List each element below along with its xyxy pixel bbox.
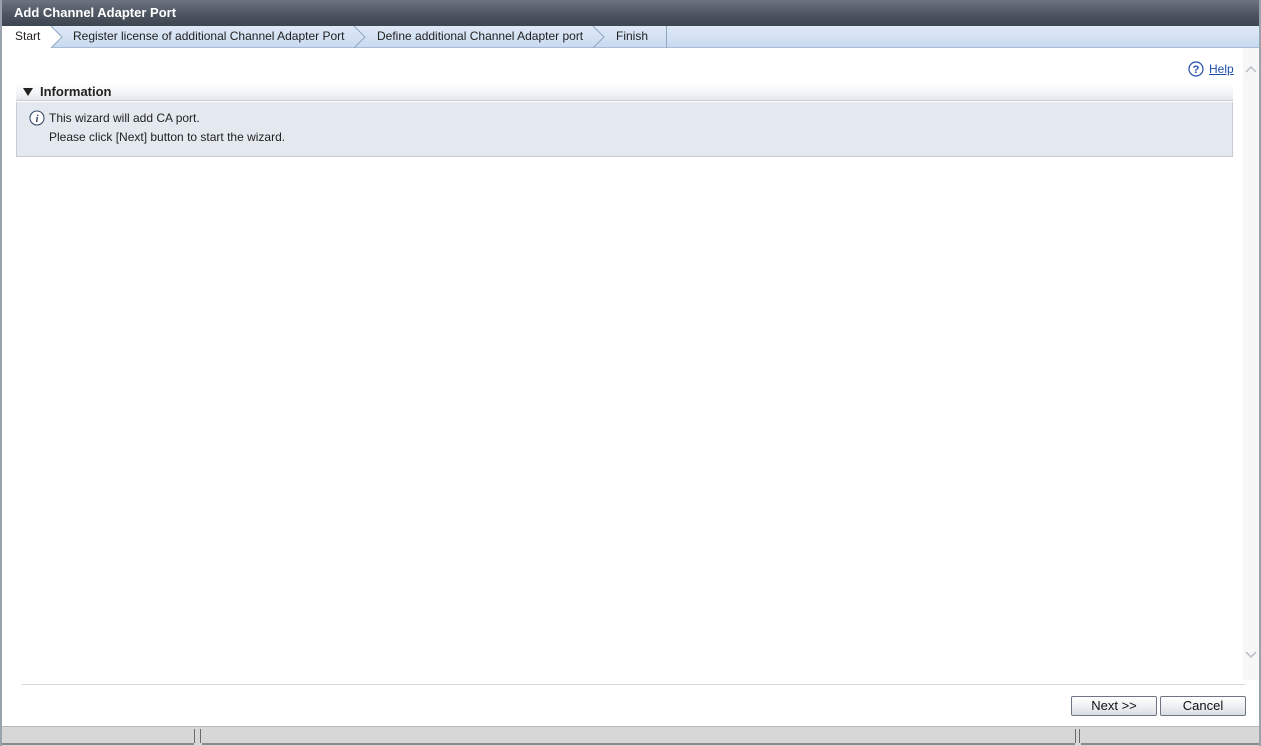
help-link[interactable]: Help xyxy=(1209,62,1234,76)
wizard-step-register-license: Register license of additional Channel A… xyxy=(73,26,345,48)
step-separator-icon xyxy=(353,26,366,48)
information-section-title: Information xyxy=(40,84,112,99)
scroll-down-icon[interactable] xyxy=(1243,648,1259,664)
help-circle-icon[interactable]: ? xyxy=(1188,61,1204,77)
wizard-step-define-port: Define additional Channel Adapter port xyxy=(377,26,583,48)
status-separator xyxy=(194,729,195,743)
cancel-button[interactable]: Cancel xyxy=(1160,696,1246,716)
info-circle-icon: i xyxy=(29,110,45,126)
wizard-step-bar: Start Register license of additional Cha… xyxy=(2,26,1259,48)
wizard-window: Add Channel Adapter Port Start Register … xyxy=(0,0,1261,746)
scroll-up-icon[interactable] xyxy=(1243,62,1259,78)
status-segment xyxy=(202,729,1075,745)
information-section-header[interactable]: Information xyxy=(16,83,1233,101)
status-separator xyxy=(1075,729,1076,743)
next-button[interactable]: Next >> xyxy=(1071,696,1157,716)
wizard-step-finish: Finish xyxy=(616,26,648,48)
information-panel: i This wizard will add CA port. Please c… xyxy=(16,102,1233,157)
status-segment xyxy=(1081,729,1259,745)
information-message-line-2: Please click [Next] button to start the … xyxy=(49,130,286,144)
status-segment xyxy=(2,729,194,745)
footer-divider xyxy=(22,684,1245,685)
status-separator xyxy=(200,729,201,743)
status-bar xyxy=(2,726,1259,746)
information-message-line-1: This wizard will add CA port. xyxy=(49,111,200,125)
help-link-group[interactable]: ? Help xyxy=(1188,61,1234,77)
status-separator xyxy=(1079,729,1080,743)
window-titlebar: Add Channel Adapter Port xyxy=(2,0,1259,26)
wizard-step-start: Start xyxy=(2,26,50,48)
step-separator-icon xyxy=(592,26,605,48)
triangle-down-icon[interactable] xyxy=(22,86,34,98)
wizard-step-label: Start xyxy=(15,29,41,43)
window-title: Add Channel Adapter Port xyxy=(14,5,177,20)
step-separator-icon xyxy=(49,26,63,48)
step-bar-end-divider xyxy=(666,26,667,48)
wizard-step-label: Register license of additional Channel A… xyxy=(73,29,345,43)
vertical-scrollbar[interactable] xyxy=(1243,48,1259,680)
svg-text:?: ? xyxy=(1193,64,1200,76)
wizard-step-label: Finish xyxy=(616,29,649,43)
wizard-step-label: Define additional Channel Adapter port xyxy=(377,29,584,43)
